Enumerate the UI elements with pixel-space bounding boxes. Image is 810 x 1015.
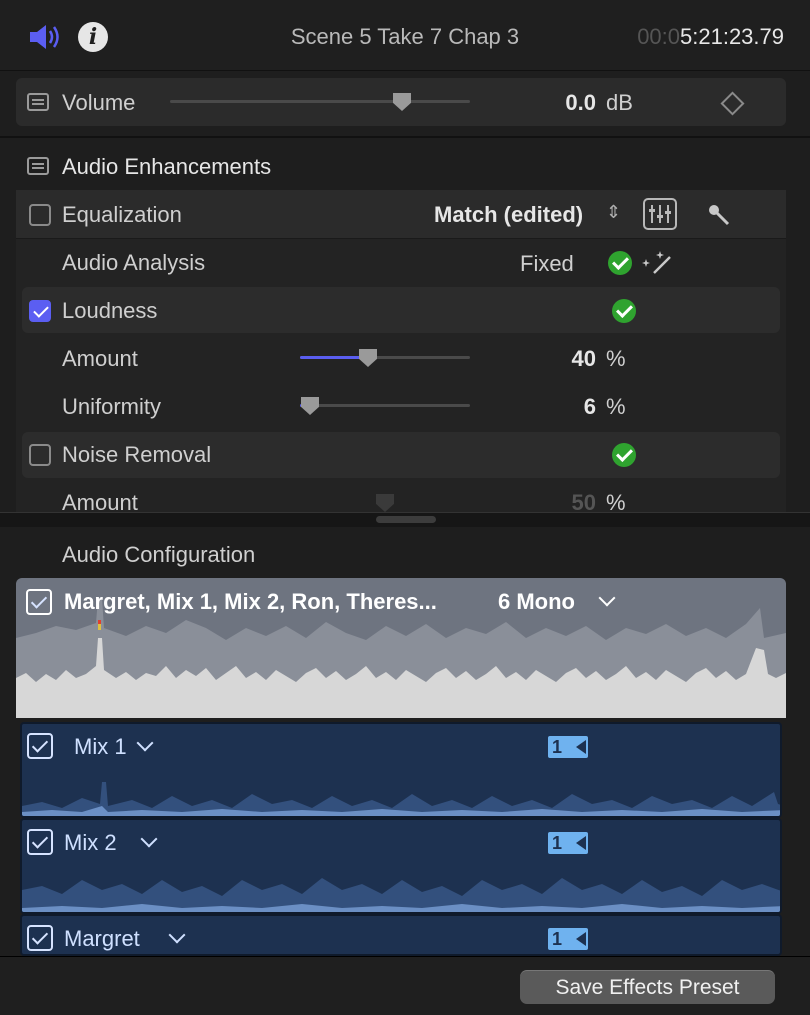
camera-channel-badge: 1	[548, 928, 588, 950]
volume-unit: dB	[606, 90, 633, 115]
checkmark-icon	[612, 443, 636, 467]
audio-analysis-label: Audio Analysis	[62, 250, 206, 275]
timecode-value: 5:21:23.79	[680, 24, 784, 49]
equalization-preset-select[interactable]: Match (edited)	[434, 202, 583, 228]
camera-channel-badge: 1	[548, 736, 588, 758]
lane-name: Mix 1	[74, 734, 127, 759]
master-component-name: Margret, Mix 1, Mix 2, Ron, Theres...	[64, 589, 437, 614]
timecode: 00:05:21:23.79	[637, 24, 784, 50]
noise-removal-checkbox[interactable]	[29, 444, 51, 466]
audio-lane-mix-1[interactable]	[20, 722, 782, 818]
analysis-status: Fixed	[520, 251, 574, 276]
lane-waveform	[22, 878, 780, 912]
lane-waveform	[22, 782, 780, 816]
checkmark-icon	[612, 299, 636, 323]
loudness-checkbox[interactable]	[29, 300, 51, 322]
checkmark-icon	[608, 251, 632, 275]
equalization-label: Equalization	[62, 202, 182, 227]
splitter-grip[interactable]	[376, 516, 436, 523]
amount-label: Amount	[62, 346, 138, 371]
amount-slider-fill	[300, 356, 368, 359]
audio-lane-mix-2[interactable]	[20, 818, 782, 914]
lane-name: Mix 2	[64, 830, 117, 855]
amount-unit: %	[606, 346, 626, 371]
save-effects-preset-button[interactable]: Save Effects Preset	[520, 970, 775, 1004]
camera-channel-badge: 1	[548, 832, 588, 854]
volume-value[interactable]: 0.0	[520, 90, 596, 116]
channel-format-select[interactable]: 6 Mono	[498, 589, 575, 615]
updown-chevron-icon[interactable]: ⇕	[606, 202, 621, 223]
uniformity-value[interactable]: 6	[520, 394, 596, 420]
amount-value[interactable]: 40	[520, 346, 596, 372]
timecode-dim: 00:0	[637, 24, 681, 49]
margret-checkbox[interactable]	[27, 925, 53, 951]
mix-2-checkbox[interactable]	[27, 829, 53, 855]
lane-name: Margret	[64, 926, 140, 951]
section-toggle-icon[interactable]	[27, 157, 49, 175]
uniformity-unit: %	[606, 394, 626, 419]
magic-wand-icon[interactable]	[640, 249, 674, 277]
uniformity-slider[interactable]	[300, 404, 470, 407]
divider	[0, 136, 810, 138]
noise-removal-label: Noise Removal	[62, 442, 212, 467]
volume-label: Volume	[62, 90, 136, 115]
equalizer-icon[interactable]	[643, 198, 677, 230]
audio-configuration-title: Audio Configuration	[62, 542, 256, 567]
equalization-checkbox[interactable]	[29, 204, 51, 226]
mix-1-checkbox[interactable]	[27, 733, 53, 759]
volume-slider[interactable]	[170, 100, 470, 103]
loudness-label: Loudness	[62, 298, 158, 323]
enhancements-title: Audio Enhancements	[62, 154, 272, 179]
eyedropper-icon[interactable]	[706, 202, 732, 228]
uniformity-label: Uniformity	[62, 394, 162, 419]
section-toggle-icon[interactable]	[27, 93, 49, 111]
master-checkbox[interactable]	[26, 589, 52, 615]
